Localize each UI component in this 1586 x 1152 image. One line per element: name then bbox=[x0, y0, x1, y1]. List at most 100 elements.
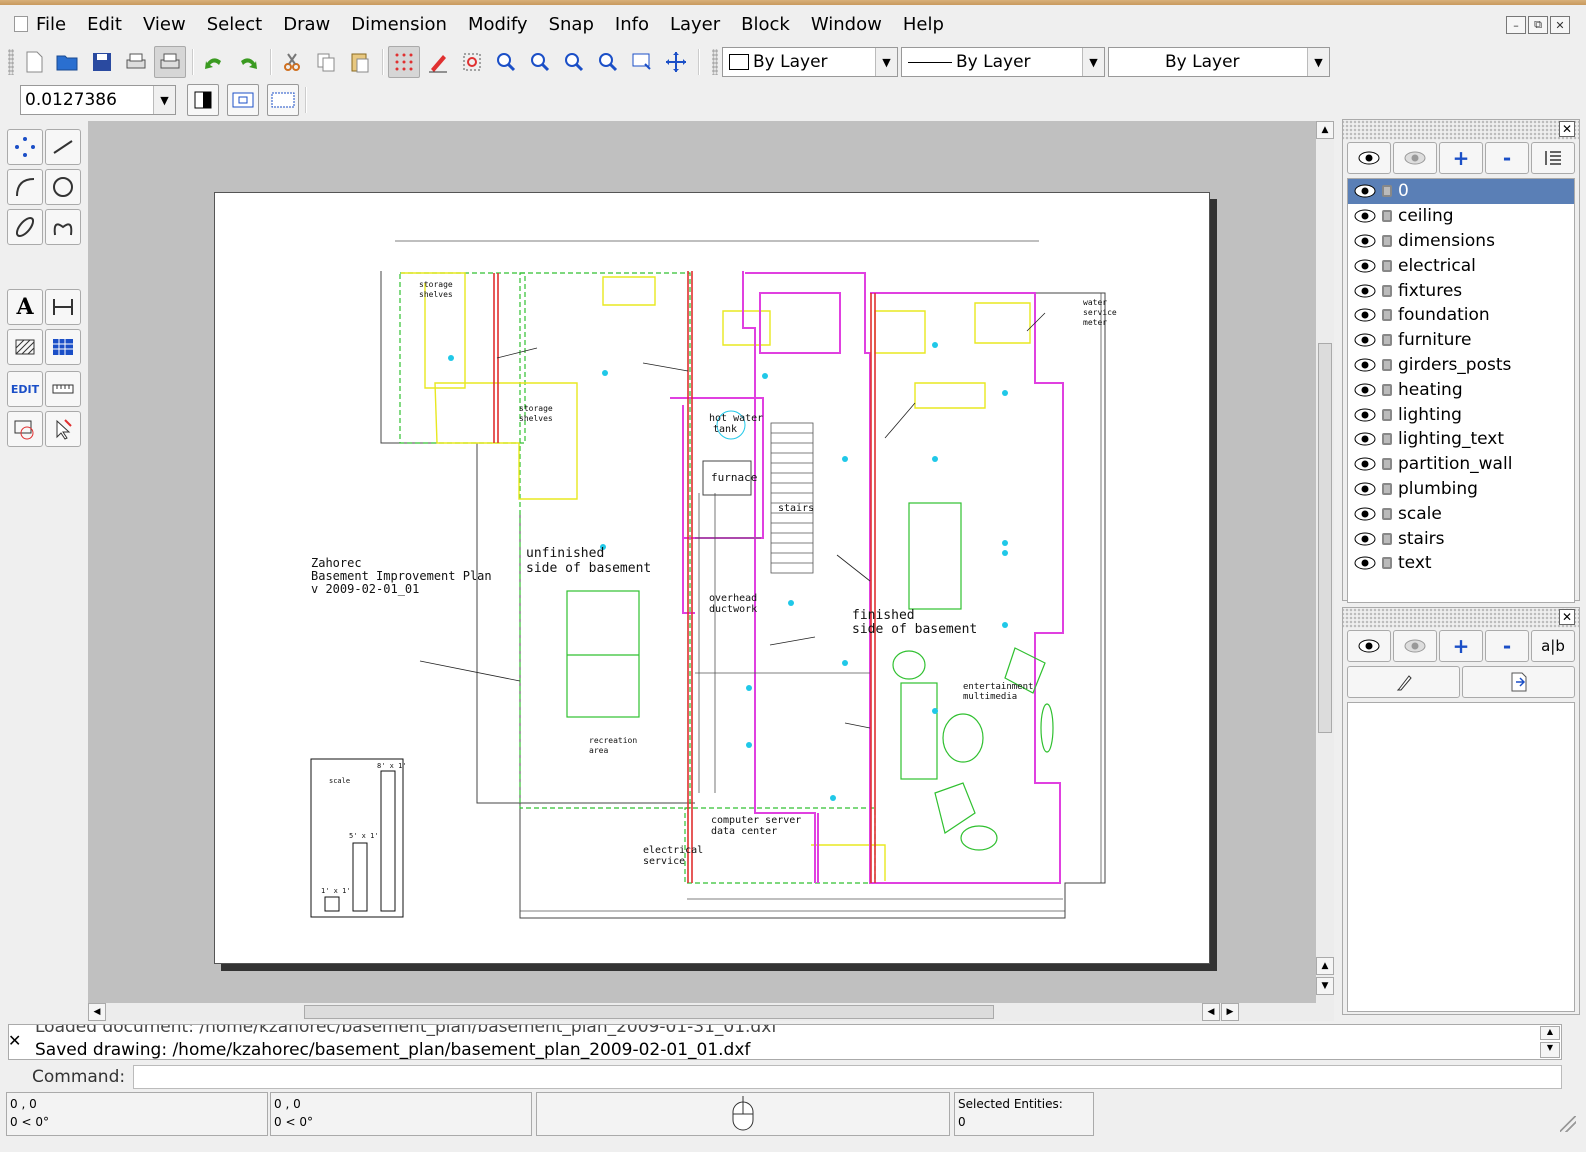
layer-row[interactable]: partition_wall bbox=[1348, 452, 1574, 477]
eye-icon[interactable] bbox=[1354, 358, 1376, 372]
paste-icon[interactable] bbox=[344, 46, 376, 78]
show-all-layers-icon[interactable] bbox=[1347, 142, 1391, 174]
lock-icon[interactable] bbox=[1382, 358, 1392, 371]
circle-tool-icon[interactable] bbox=[45, 169, 81, 205]
layer-row[interactable]: fixtures bbox=[1348, 278, 1574, 303]
menu-view[interactable]: View bbox=[143, 14, 199, 35]
lock-icon[interactable] bbox=[1382, 334, 1392, 347]
eye-icon[interactable] bbox=[1354, 209, 1376, 223]
layer-row[interactable]: lighting bbox=[1348, 402, 1574, 427]
layer-row[interactable]: ceiling bbox=[1348, 204, 1574, 229]
pan-icon[interactable] bbox=[660, 46, 692, 78]
snap-distance-combo[interactable]: 0.0127386 ▼ bbox=[20, 85, 176, 115]
history-scrollbar[interactable]: ▲ ▼ bbox=[1540, 1026, 1560, 1058]
add-block-icon[interactable]: + bbox=[1439, 630, 1483, 662]
horizontal-scroll-thumb[interactable] bbox=[304, 1005, 994, 1019]
open-file-icon[interactable] bbox=[52, 46, 84, 78]
scroll-left-icon[interactable]: ◀ bbox=[88, 1003, 106, 1021]
image-tool-icon[interactable] bbox=[45, 329, 81, 365]
eye-icon[interactable] bbox=[1354, 507, 1376, 521]
eye-icon[interactable] bbox=[1354, 308, 1376, 322]
menu-file[interactable]: File bbox=[36, 14, 79, 35]
eye-icon[interactable] bbox=[1354, 408, 1376, 422]
ellipse-tool-icon[interactable] bbox=[7, 209, 43, 245]
drawing-canvas[interactable]: Zahorec Basement Improvement Plan v 2009… bbox=[88, 121, 1334, 1003]
hide-all-blocks-icon[interactable] bbox=[1393, 630, 1437, 662]
show-all-blocks-icon[interactable] bbox=[1347, 630, 1391, 662]
vertical-scrollbar[interactable]: ▲ ▲ ▼ bbox=[1316, 121, 1334, 1003]
lock-icon[interactable] bbox=[1382, 532, 1392, 545]
lock-icon[interactable] bbox=[1382, 482, 1392, 495]
toolbar-grip-2[interactable] bbox=[712, 49, 718, 75]
dock-title-bar[interactable]: ✕ bbox=[1343, 608, 1579, 628]
command-input[interactable] bbox=[133, 1065, 1562, 1089]
edit-tool-icon[interactable]: EDIT bbox=[7, 371, 43, 407]
menu-block[interactable]: Block bbox=[741, 14, 803, 35]
layer-row[interactable]: heating bbox=[1348, 377, 1574, 402]
lock-icon[interactable] bbox=[1382, 185, 1392, 198]
menu-dimension[interactable]: Dimension bbox=[351, 14, 460, 35]
horizontal-scrollbar[interactable]: ◀ ◀ ▶ bbox=[88, 1003, 1334, 1021]
eye-icon[interactable] bbox=[1354, 556, 1376, 570]
dock-title-bar[interactable]: ✕ bbox=[1343, 120, 1579, 140]
menu-snap[interactable]: Snap bbox=[549, 14, 607, 35]
eye-icon[interactable] bbox=[1354, 432, 1376, 446]
invert-colors-icon[interactable] bbox=[187, 84, 219, 116]
menu-draw[interactable]: Draw bbox=[283, 14, 343, 35]
zoom-previous-icon[interactable] bbox=[592, 46, 624, 78]
layer-row[interactable]: furniture bbox=[1348, 328, 1574, 353]
redo-icon[interactable] bbox=[232, 46, 264, 78]
arc-tool-icon[interactable] bbox=[7, 169, 43, 205]
layer-row[interactable]: stairs bbox=[1348, 526, 1574, 551]
dimension-tool-icon[interactable] bbox=[45, 289, 81, 325]
menu-help[interactable]: Help bbox=[903, 14, 957, 35]
lock-icon[interactable] bbox=[1382, 408, 1392, 421]
zoom-window-icon[interactable] bbox=[626, 46, 658, 78]
fit-paper-icon[interactable] bbox=[267, 84, 299, 116]
layer-row[interactable]: scale bbox=[1348, 501, 1574, 526]
eye-icon[interactable] bbox=[1354, 234, 1376, 248]
layer-attributes-icon[interactable] bbox=[1531, 142, 1575, 174]
redraw-icon[interactable] bbox=[456, 46, 488, 78]
width-combo[interactable]: By Layer ▼ bbox=[1108, 47, 1330, 77]
color-combo[interactable]: By Layer ▼ bbox=[722, 47, 898, 77]
layer-row[interactable]: 0 bbox=[1348, 179, 1574, 204]
resize-grip[interactable] bbox=[1560, 1116, 1576, 1132]
scroll-up-icon[interactable]: ▲ bbox=[1316, 957, 1334, 975]
lock-icon[interactable] bbox=[1382, 458, 1392, 471]
select-tool-icon[interactable] bbox=[45, 411, 81, 447]
block-list[interactable] bbox=[1347, 702, 1575, 1012]
close-icon[interactable]: ✕ bbox=[8, 1031, 26, 1050]
scroll-up-icon[interactable]: ▲ bbox=[1316, 121, 1334, 139]
scroll-up-icon[interactable]: ▲ bbox=[1540, 1026, 1560, 1040]
save-icon[interactable] bbox=[86, 46, 118, 78]
text-tool-icon[interactable]: A bbox=[7, 289, 43, 325]
cut-icon[interactable] bbox=[276, 46, 308, 78]
layer-row[interactable]: lighting_text bbox=[1348, 427, 1574, 452]
lock-icon[interactable] bbox=[1382, 309, 1392, 322]
toolbar-grip[interactable] bbox=[8, 49, 14, 75]
menu-layer[interactable]: Layer bbox=[670, 14, 733, 35]
chevron-down-icon[interactable]: ▼ bbox=[153, 86, 175, 114]
print-preview-icon[interactable] bbox=[154, 46, 186, 78]
eye-icon[interactable] bbox=[1354, 184, 1376, 198]
measure-tool-icon[interactable] bbox=[45, 371, 81, 407]
eye-icon[interactable] bbox=[1354, 333, 1376, 347]
print-icon[interactable] bbox=[120, 46, 152, 78]
menu-select[interactable]: Select bbox=[207, 14, 276, 35]
menu-info[interactable]: Info bbox=[615, 14, 662, 35]
lock-icon[interactable] bbox=[1382, 210, 1392, 223]
copy-icon[interactable] bbox=[310, 46, 342, 78]
grid-icon[interactable] bbox=[388, 46, 420, 78]
remove-block-icon[interactable]: - bbox=[1485, 630, 1529, 662]
scroll-down-icon[interactable]: ▼ bbox=[1540, 1042, 1560, 1058]
eye-icon[interactable] bbox=[1354, 383, 1376, 397]
scroll-down-icon[interactable]: ▼ bbox=[1316, 977, 1334, 995]
menu-window[interactable]: Window bbox=[811, 14, 895, 35]
scroll-right-icon[interactable]: ▶ bbox=[1221, 1003, 1239, 1021]
zoom-in-icon[interactable] bbox=[490, 46, 522, 78]
zoom-auto-icon[interactable] bbox=[558, 46, 590, 78]
close-icon[interactable]: ✕ bbox=[1550, 16, 1570, 34]
new-file-icon[interactable] bbox=[18, 46, 50, 78]
vertical-scroll-thumb[interactable] bbox=[1318, 343, 1332, 733]
